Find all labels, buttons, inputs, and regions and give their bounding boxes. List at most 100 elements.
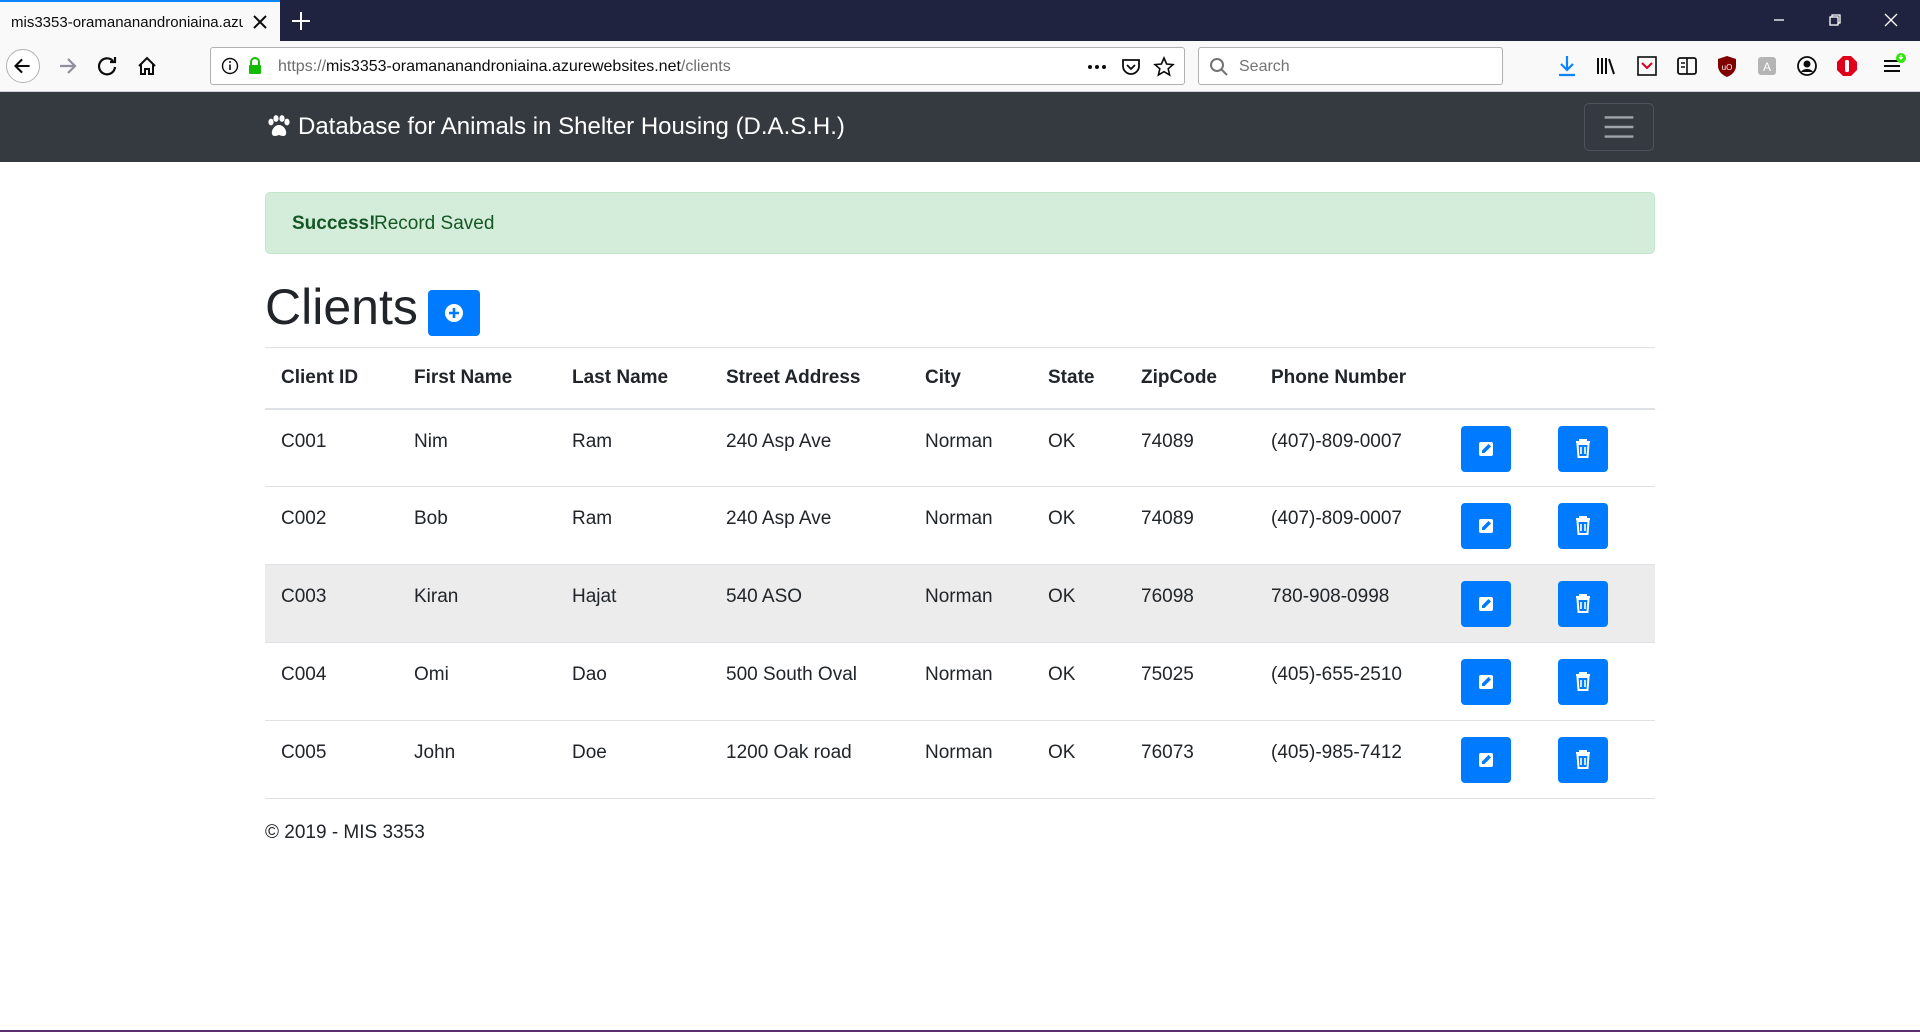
success-alert: Success! Record Saved [265,192,1655,254]
header-phone-number: Phone Number [1255,347,1461,410]
close-tab-icon[interactable] [248,10,272,34]
tab-strip: mis3353-oramananandroniaina.azurewebsite… [0,0,1920,41]
header-last-name: Last Name [556,347,710,410]
search-bar[interactable]: Search [1198,47,1503,85]
edit-icon [1479,441,1493,456]
edit-button[interactable] [1461,425,1511,472]
alert-message: Record Saved [374,213,495,234]
cell-state: OK [1032,720,1125,799]
cell-first-name: John [398,720,556,799]
edit-icon [1479,753,1493,767]
alert-title: Success! [292,213,376,234]
edit-cell [1461,408,1558,487]
menu-hamburger-icon[interactable] [1880,53,1906,79]
cell-phone-number: 780-908-0998 [1255,564,1461,643]
edit-cell [1461,486,1558,565]
reload-icon[interactable] [90,49,124,83]
table-row: C004 Omi Dao 500 South Oval Norman OK 75025 (40… [265,642,1655,721]
browser-toolbar: https://mis3353-oramananandroniaina.azur… [0,41,1920,92]
table-row: C003 Kiran Hajat 540 ASO Norman OK 76098 780-90… [265,564,1655,643]
edit-icon [1479,675,1493,689]
site-brand[interactable]: Database for Animals in Shelter Housing … [298,113,845,141]
trash-icon [1576,750,1590,769]
restore-window-icon[interactable] [1812,0,1858,41]
cell-client-id: C003 [265,564,398,643]
pocket-icon[interactable] [1120,56,1142,78]
delete-cell [1558,564,1655,643]
adblock-stop-icon[interactable] [1834,53,1860,79]
delete-button[interactable] [1558,737,1608,783]
delete-button[interactable] [1558,425,1608,472]
paw-icon [268,115,290,136]
header-first-name: First Name [398,347,556,410]
cell-first-name: Nim [398,408,556,487]
reader-view-icon[interactable] [1674,53,1700,79]
delete-cell [1558,720,1655,799]
edit-button[interactable] [1461,659,1511,705]
trash-icon [1576,594,1590,613]
home-icon[interactable] [130,49,164,83]
cell-street-address: 240 Asp Ave [710,486,909,565]
cell-street-address: 500 South Oval [710,642,909,721]
cell-zipcode: 74089 [1125,486,1255,565]
add-client-button[interactable] [428,290,480,336]
cell-zipcode: 76073 [1125,720,1255,799]
table-row: C005 John Doe 1200 Oak road Norman OK 76073 (40… [265,720,1655,799]
delete-button[interactable] [1558,503,1608,549]
delete-button[interactable] [1558,659,1608,705]
delete-button[interactable] [1558,581,1608,627]
library-icon[interactable] [1594,53,1620,79]
header-street-address: Street Address [710,347,909,410]
cell-state: OK [1032,642,1125,721]
cell-client-id: C005 [265,720,398,799]
cell-last-name: Hajat [556,564,710,643]
cell-city: Norman [909,642,1032,721]
edit-icon [1479,519,1493,533]
translate-extension-icon[interactable]: A [1754,53,1780,79]
back-arrow-icon[interactable] [6,49,40,83]
edit-cell [1461,642,1558,721]
plus-circle-icon [445,304,463,322]
edit-button[interactable] [1461,581,1511,627]
cell-first-name: Kiran [398,564,556,643]
delete-cell [1558,408,1655,487]
edit-button[interactable] [1461,737,1511,783]
header-edit-column [1461,347,1558,410]
delete-cell [1558,486,1655,565]
cell-phone-number: (407)-809-0007 [1255,408,1461,487]
page-title: Clients [265,279,418,335]
site-navbar: Database for Animals in Shelter Housing … [0,92,1920,162]
cell-client-id: C004 [265,642,398,721]
header-state: State [1032,347,1125,410]
browser-tab[interactable]: mis3353-oramananandroniaina.azurewebsite… [0,0,280,41]
info-icon[interactable] [221,57,239,75]
edit-cell [1461,564,1558,643]
navbar-toggler-icon[interactable] [1584,103,1654,151]
more-actions-icon[interactable] [1086,57,1108,77]
cell-state: OK [1032,564,1125,643]
header-client-id: Client ID [265,347,398,410]
forward-arrow-icon[interactable] [50,49,84,83]
edit-button[interactable] [1461,503,1511,549]
downloads-icon[interactable] [1554,53,1580,79]
cell-client-id: C002 [265,486,398,565]
url-prefix: https:// [278,58,327,75]
close-window-icon[interactable] [1868,0,1914,41]
svg-text:A: A [1763,60,1771,74]
account-icon[interactable] [1794,53,1820,79]
bookmark-star-icon[interactable] [1153,56,1175,78]
cell-street-address: 1200 Oak road [710,720,909,799]
url-bar[interactable]: https://mis3353-oramananandroniaina.azur… [210,47,1185,85]
cell-zipcode: 75025 [1125,642,1255,721]
url-host: mis3353-oramananandroniaina.azurewebsite… [326,58,681,75]
ublock-icon[interactable]: uO [1714,53,1740,79]
cell-first-name: Omi [398,642,556,721]
search-input[interactable]: Search [1239,58,1290,76]
minimize-window-icon[interactable] [1756,0,1802,41]
header-zipcode: ZipCode [1125,347,1255,410]
trash-icon [1576,516,1590,535]
cell-phone-number: (405)-985-7412 [1255,720,1461,799]
table-row: C002 Bob Ram 240 Asp Ave Norman OK 74089 (407)-… [265,486,1655,565]
extension-pocket-icon[interactable] [1634,53,1660,79]
new-tab-plus-icon[interactable] [288,8,314,34]
